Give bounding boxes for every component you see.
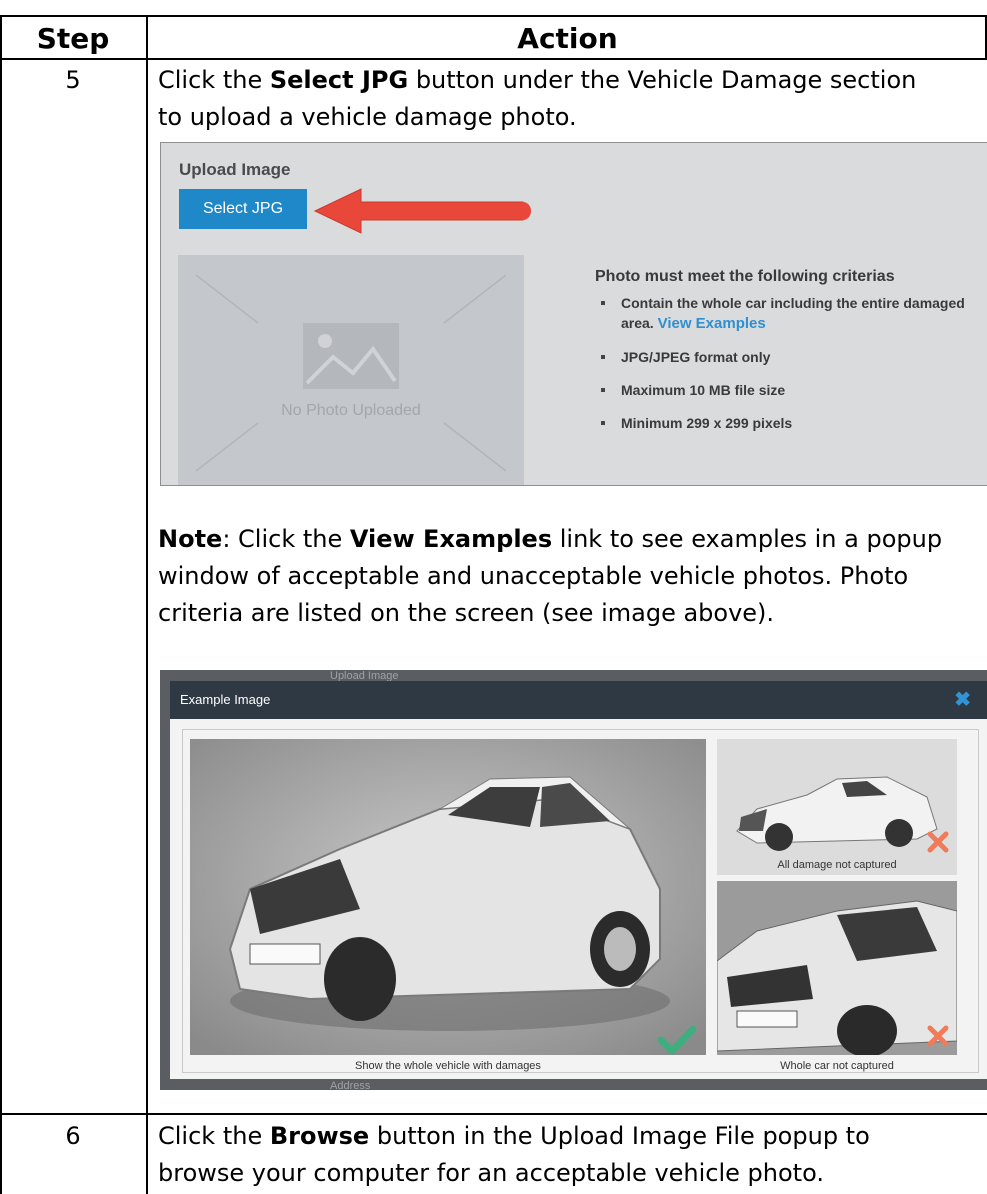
criteria-item: Contain the whole car including the enti… bbox=[595, 293, 985, 334]
modal-body: Show the whole vehicle with damages All … bbox=[170, 719, 987, 1079]
text: button under the Vehicle Damage section bbox=[408, 66, 917, 94]
select-jpg-button[interactable]: Select JPG bbox=[179, 189, 307, 229]
x-icon bbox=[927, 831, 949, 853]
criteria-heading: Photo must meet the following criterias bbox=[595, 268, 895, 285]
thumb-car-photo-1 bbox=[717, 739, 957, 875]
criteria-list: Contain the whole car including the enti… bbox=[595, 293, 985, 446]
example-image-screenshot: Upload Image Address Example Image ✖ Sho… bbox=[160, 670, 987, 1090]
thumb-car-photo-2 bbox=[717, 881, 957, 1055]
table-left-border bbox=[0, 15, 2, 1194]
main-caption: Show the whole vehicle with damages bbox=[355, 1060, 541, 1072]
column-divider bbox=[146, 15, 148, 1194]
table-top-border bbox=[0, 15, 987, 17]
text: link to see examples in a popup bbox=[552, 525, 943, 553]
text: : Click the bbox=[222, 525, 350, 553]
header-action: Action bbox=[517, 22, 618, 55]
criteria-text: Minimum 299 x 299 pixels bbox=[621, 415, 793, 431]
text: browse your computer for an acceptable v… bbox=[158, 1159, 824, 1187]
photo-placeholder: No Photo Uploaded bbox=[178, 255, 524, 485]
modal-title: Example Image bbox=[180, 692, 271, 707]
text: to upload a vehicle damage photo. bbox=[158, 103, 577, 131]
criteria-item: Maximum 10 MB file size bbox=[595, 380, 985, 400]
x-icon bbox=[927, 1025, 949, 1047]
bold-text: View Examples bbox=[349, 525, 553, 553]
thumb2-caption: Whole car not captured bbox=[780, 1060, 894, 1072]
criteria-item: Minimum 299 x 299 pixels bbox=[595, 413, 985, 433]
note-label: Note bbox=[158, 525, 223, 553]
background-address-label: Address bbox=[330, 1080, 371, 1090]
criteria-text: JPG/JPEG format only bbox=[621, 349, 771, 365]
row-divider bbox=[0, 1113, 987, 1115]
text: Click the bbox=[158, 1122, 270, 1150]
text: Click the bbox=[158, 66, 270, 94]
header-step: Step bbox=[36, 22, 110, 55]
red-arrow-icon bbox=[313, 188, 531, 234]
image-placeholder-icon bbox=[303, 323, 399, 389]
thumb1-caption: All damage not captured bbox=[777, 859, 897, 871]
criteria-text: Maximum 10 MB file size bbox=[621, 382, 786, 398]
bold-text: Browse bbox=[269, 1122, 370, 1150]
header-bottom-border bbox=[0, 58, 987, 60]
modal-header: Example Image ✖ bbox=[170, 681, 987, 719]
step-6-instruction: Click the Browse button in the Upload Im… bbox=[158, 1118, 983, 1192]
step-number: 5 bbox=[65, 66, 81, 94]
view-examples-link[interactable]: View Examples bbox=[658, 315, 766, 332]
text: button in the Upload Image File popup to bbox=[369, 1122, 870, 1150]
check-icon bbox=[658, 1025, 696, 1055]
text: criteria are listed on the screen (see i… bbox=[158, 599, 775, 627]
upload-image-title: Upload Image bbox=[179, 160, 291, 179]
step-number: 6 bbox=[65, 1122, 81, 1150]
close-icon[interactable]: ✖ bbox=[954, 687, 971, 712]
upload-image-screenshot: Upload Image Select JPG No Photo Uploade… bbox=[160, 142, 987, 486]
step-5-instruction: Click the Select JPG button under the Ve… bbox=[158, 62, 983, 136]
text: window of acceptable and unacceptable ve… bbox=[158, 562, 909, 590]
main-car-photo bbox=[190, 739, 706, 1055]
no-photo-label: No Photo Uploaded bbox=[281, 402, 421, 419]
criteria-item: JPG/JPEG format only bbox=[595, 347, 985, 367]
bold-text: Select JPG bbox=[269, 66, 409, 94]
note-paragraph: Note: Click the View Examples link to se… bbox=[158, 521, 983, 632]
